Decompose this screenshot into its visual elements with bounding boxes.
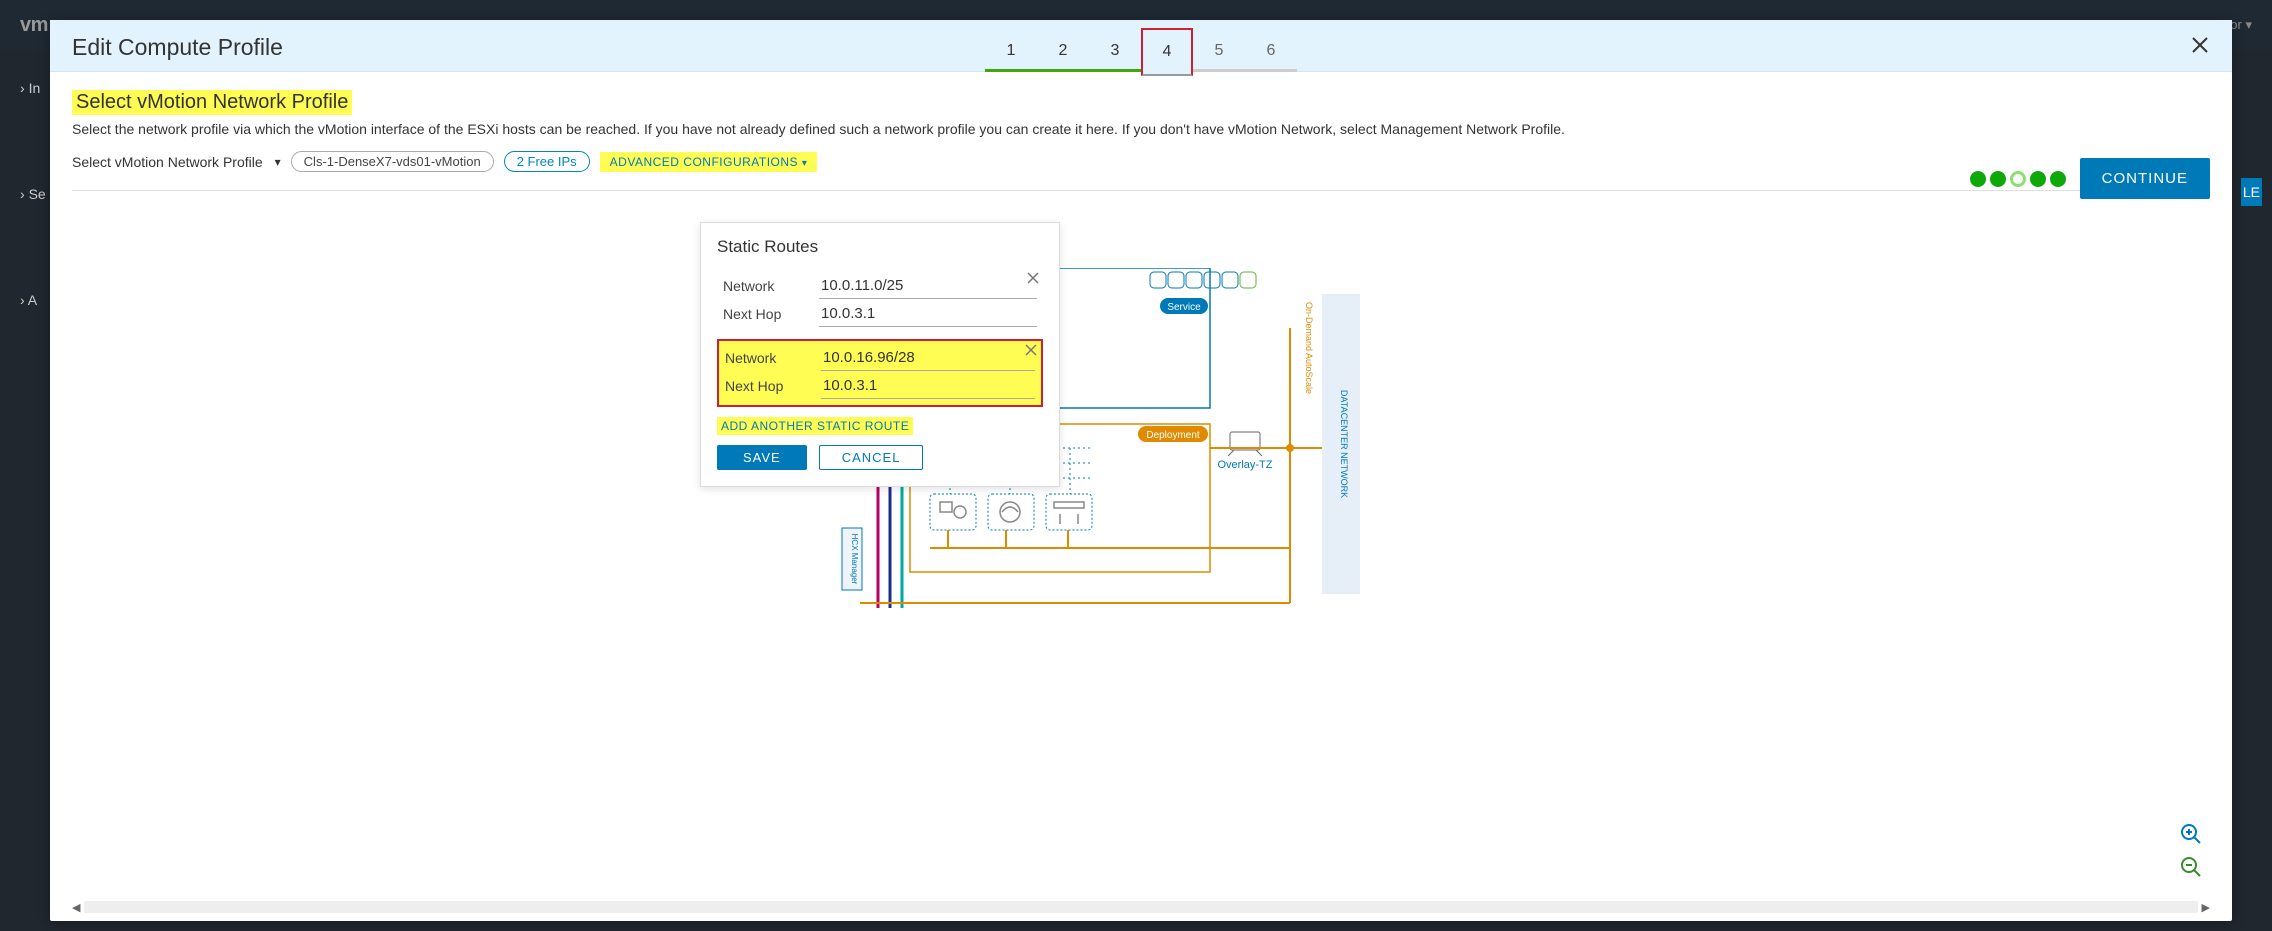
chevron-down-icon: ▾ [802, 158, 808, 169]
step-5[interactable]: 5 [1193, 32, 1245, 72]
network-input[interactable] [819, 273, 1037, 299]
network-label: Network [725, 350, 821, 366]
add-static-route-button[interactable]: ADD ANOTHER STATIC ROUTE [717, 417, 913, 435]
status-dot [2030, 171, 2046, 187]
svg-text:On-Demand AutoScale: On-Demand AutoScale [1304, 302, 1314, 394]
popover-actions: SAVE CANCEL [717, 445, 1043, 470]
step-4[interactable]: 4 [1141, 28, 1193, 76]
svg-text:Deployment: Deployment [1146, 430, 1200, 441]
overlay-icon [1228, 432, 1262, 456]
profile-name-pill[interactable]: Cls-1-DenseX7-vds01-vMotion [291, 151, 494, 172]
continue-button[interactable]: CONTINUE [2080, 158, 2210, 199]
close-icon [1027, 272, 1039, 284]
modal-header: Edit Compute Profile 1 2 3 4 5 6 [50, 20, 2232, 72]
next-hop-input[interactable] [819, 301, 1037, 327]
section-description: Select the network profile via which the… [72, 121, 2210, 137]
step-1[interactable]: 1 [985, 32, 1037, 72]
close-modal-button[interactable] [2190, 35, 2210, 61]
selector-label: Select vMotion Network Profile [72, 154, 263, 170]
popover-title: Static Routes [717, 237, 1043, 257]
scroll-left-icon[interactable]: ◀ [72, 901, 80, 914]
next-hop-label: Next Hop [725, 378, 821, 394]
static-route-block-highlighted: Network Next Hop [717, 339, 1043, 407]
status-dot [1990, 171, 2006, 187]
step-2[interactable]: 2 [1037, 32, 1089, 72]
network-label: Network [723, 278, 819, 294]
status-dot [2010, 171, 2026, 187]
advanced-configurations-button[interactable]: ADVANCED CONFIGURATIONS ▾ [600, 152, 818, 172]
profile-selector-row: Select vMotion Network Profile ▾ Cls-1-D… [72, 151, 2210, 172]
svg-text:HCX Manager: HCX Manager [850, 534, 859, 585]
horizontal-scrollbar[interactable]: ◀ ▶ [72, 899, 2210, 915]
cancel-button[interactable]: CANCEL [819, 445, 924, 470]
modal-body: Select vMotion Network Profile Select th… [50, 72, 2232, 921]
static-route-block: Network Next Hop [717, 269, 1043, 333]
next-hop-label: Next Hop [723, 306, 819, 322]
next-hop-input[interactable] [821, 373, 1035, 399]
wizard-steps: 1 2 3 4 5 6 [985, 32, 1297, 76]
step-3[interactable]: 3 [1089, 32, 1141, 72]
background-button: LE [2241, 178, 2262, 206]
close-icon [2190, 35, 2210, 55]
modal-title: Edit Compute Profile [72, 34, 283, 61]
section-title: Select vMotion Network Profile [72, 90, 352, 115]
divider [72, 190, 2210, 191]
step-6[interactable]: 6 [1245, 32, 1297, 72]
static-routes-popover: Static Routes Network Next Hop [700, 222, 1060, 487]
remove-route-button[interactable] [1025, 343, 1037, 359]
status-dot [2050, 171, 2066, 187]
scroll-right-icon[interactable]: ▶ [2202, 901, 2210, 914]
zoom-out-button[interactable] [2180, 856, 2202, 881]
free-ips-pill[interactable]: 2 Free IPs [504, 151, 590, 172]
status-dot [1970, 171, 1986, 187]
zoom-in-button[interactable] [2180, 823, 2202, 848]
edit-compute-profile-modal: Edit Compute Profile 1 2 3 4 5 6 Select … [50, 20, 2232, 921]
network-input[interactable] [821, 345, 1035, 371]
svg-text:Service: Service [1167, 302, 1201, 313]
svg-text:DATACENTER NETWORK: DATACENTER NETWORK [1339, 390, 1349, 498]
scrollbar-track[interactable] [84, 901, 2197, 913]
remove-route-button[interactable] [1027, 271, 1039, 287]
status-and-continue: CONTINUE [1970, 158, 2210, 199]
chevron-down-icon[interactable]: ▾ [275, 155, 281, 169]
background-nav: › In › Se › A [20, 60, 46, 308]
close-icon [1025, 344, 1037, 356]
save-button[interactable]: SAVE [717, 445, 807, 470]
zoom-controls [2180, 823, 2202, 881]
svg-text:Overlay-TZ: Overlay-TZ [1218, 459, 1273, 471]
zoom-out-icon [2180, 856, 2202, 878]
zoom-in-icon [2180, 823, 2202, 845]
status-dots [1970, 171, 2066, 187]
